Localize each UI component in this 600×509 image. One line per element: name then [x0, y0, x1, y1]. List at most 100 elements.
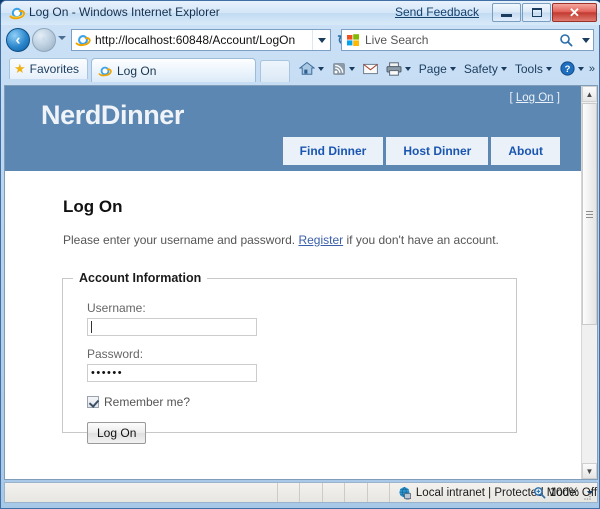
nav-about[interactable]: About [491, 137, 560, 165]
remember-me-label: Remember me? [104, 395, 191, 409]
favorites-label: Favorites [29, 62, 80, 76]
search-provider-icon [346, 33, 360, 47]
tab-favicon-icon [98, 64, 112, 78]
status-cell-5 [367, 483, 389, 502]
status-cell-3 [322, 483, 344, 502]
window-controls: ✕ [492, 3, 597, 22]
new-tab-button[interactable] [260, 60, 290, 82]
forward-button[interactable]: › [32, 28, 56, 52]
address-bar[interactable]: http://localhost:60848/Account/LogOn [71, 29, 331, 51]
command-row: ★ Favorites Log On Page Safety Tools ? » [1, 55, 600, 85]
command-bar: Page Safety Tools ? » [296, 59, 595, 78]
star-icon: ★ [14, 61, 26, 76]
search-input[interactable]: Live Search [365, 33, 559, 47]
search-chevron-down-icon[interactable] [579, 37, 593, 43]
back-arrow-icon: ‹ [15, 31, 21, 49]
remember-me-row[interactable]: Remember me? [87, 395, 257, 409]
page-chevron-down-icon[interactable] [449, 66, 456, 71]
status-bar: Local intranet | Protected Mode: Off 100… [4, 482, 598, 503]
username-label: Username: [87, 301, 146, 315]
resize-grip-icon[interactable] [582, 491, 592, 501]
page-title: Log On [63, 197, 123, 216]
safety-menu[interactable]: Safety [461, 60, 510, 78]
remember-me-checkbox[interactable] [87, 396, 99, 408]
safety-chevron-down-icon[interactable] [500, 66, 507, 71]
navigation-row: ‹ › http://localhost:60848/Account/LogOn… [1, 25, 600, 55]
login-form: Username: Password: •••••• Remember me? [87, 301, 257, 444]
feeds-icon [332, 62, 346, 76]
content-area: NerdDinner [ Log On ] Find Dinner Host D… [4, 85, 598, 480]
fieldset-legend: Account Information [79, 271, 202, 285]
zoom-control[interactable]: 100% [533, 483, 593, 502]
local-intranet-icon [398, 486, 412, 500]
intro-text: Please enter your username and password.… [63, 233, 499, 247]
page-body: Log On Please enter your username and pa… [41, 171, 553, 479]
title-bar: Log On - Windows Internet Explorer Send … [1, 1, 600, 25]
site-header: NerdDinner [ Log On ] Find Dinner Host D… [5, 86, 582, 171]
header-log-on-link[interactable]: Log On [516, 92, 554, 104]
site-nav: Find Dinner Host Dinner About [282, 137, 560, 165]
maximize-button[interactable] [522, 3, 551, 22]
feeds-chevron-down-icon[interactable] [348, 66, 355, 71]
minimize-button[interactable] [492, 3, 521, 22]
print-button[interactable] [383, 60, 414, 78]
bracket-close: ] [556, 92, 560, 104]
search-icon[interactable] [559, 33, 579, 47]
page-vertical-scrollbar[interactable]: ▲ ▼ [581, 86, 597, 479]
help-chevron-down-icon[interactable] [577, 66, 584, 71]
feeds-button[interactable] [329, 60, 358, 78]
home-icon [298, 61, 315, 76]
username-input[interactable] [87, 318, 257, 336]
intro-before: Please enter your username and password. [63, 233, 299, 247]
password-label: Password: [87, 347, 144, 361]
address-input[interactable]: http://localhost:60848/Account/LogOn [95, 33, 312, 47]
password-input[interactable]: •••••• [87, 364, 257, 382]
tools-chevron-down-icon[interactable] [545, 66, 552, 71]
status-message-cell [5, 483, 277, 502]
home-button[interactable] [296, 59, 327, 78]
forward-arrow-icon: › [41, 31, 47, 49]
browser-window: Log On - Windows Internet Explorer Send … [0, 0, 600, 509]
nav-host-dinner[interactable]: Host Dinner [386, 137, 489, 165]
scrollbar-grip-icon [586, 209, 593, 220]
header-login-status: [ Log On ] [509, 92, 560, 104]
home-chevron-down-icon[interactable] [317, 66, 324, 71]
nav-find-dinner[interactable]: Find Dinner [282, 137, 384, 165]
favorites-button[interactable]: ★ Favorites [9, 58, 89, 79]
log-on-submit-button[interactable]: Log On [87, 422, 147, 444]
page-menu[interactable]: Page [416, 60, 459, 78]
scroll-up-button[interactable]: ▲ [582, 86, 597, 102]
print-icon [386, 61, 402, 76]
bracket-open: [ [509, 92, 513, 104]
status-cell-1 [277, 483, 299, 502]
address-chevron-down-icon[interactable] [312, 30, 330, 50]
zoom-icon [533, 486, 546, 499]
mail-button[interactable] [360, 61, 381, 77]
tools-menu[interactable]: Tools [512, 60, 555, 78]
mail-icon [362, 63, 378, 75]
page-favicon-icon [75, 32, 91, 48]
internet-explorer-icon [9, 5, 25, 21]
command-overflow-button[interactable]: » [589, 63, 595, 75]
help-icon: ? [560, 61, 575, 76]
search-bar[interactable]: Live Search [341, 29, 594, 51]
back-button[interactable]: ‹ [6, 28, 30, 52]
print-chevron-down-icon[interactable] [404, 66, 411, 71]
password-value: •••••• [91, 367, 124, 379]
tools-menu-label: Tools [514, 61, 543, 76]
register-link[interactable]: Register [298, 233, 343, 247]
tab-strip: Log On [91, 58, 290, 82]
web-page: NerdDinner [ Log On ] Find Dinner Host D… [5, 86, 582, 479]
site-logo: NerdDinner [41, 100, 185, 130]
send-feedback-link[interactable]: Send Feedback [395, 5, 479, 19]
help-menu[interactable]: ? [557, 59, 587, 78]
tab-label: Log On [117, 63, 157, 78]
scroll-down-button[interactable]: ▼ [582, 463, 597, 479]
close-button[interactable]: ✕ [552, 3, 597, 22]
intro-after: if you don't have an account. [343, 233, 499, 247]
window-title: Log On - Windows Internet Explorer [29, 5, 220, 19]
scrollbar-thumb[interactable] [582, 103, 597, 325]
tab-log-on[interactable]: Log On [91, 58, 256, 82]
recent-pages-chevron-down-icon[interactable] [58, 36, 66, 40]
safety-menu-label: Safety [463, 61, 498, 76]
